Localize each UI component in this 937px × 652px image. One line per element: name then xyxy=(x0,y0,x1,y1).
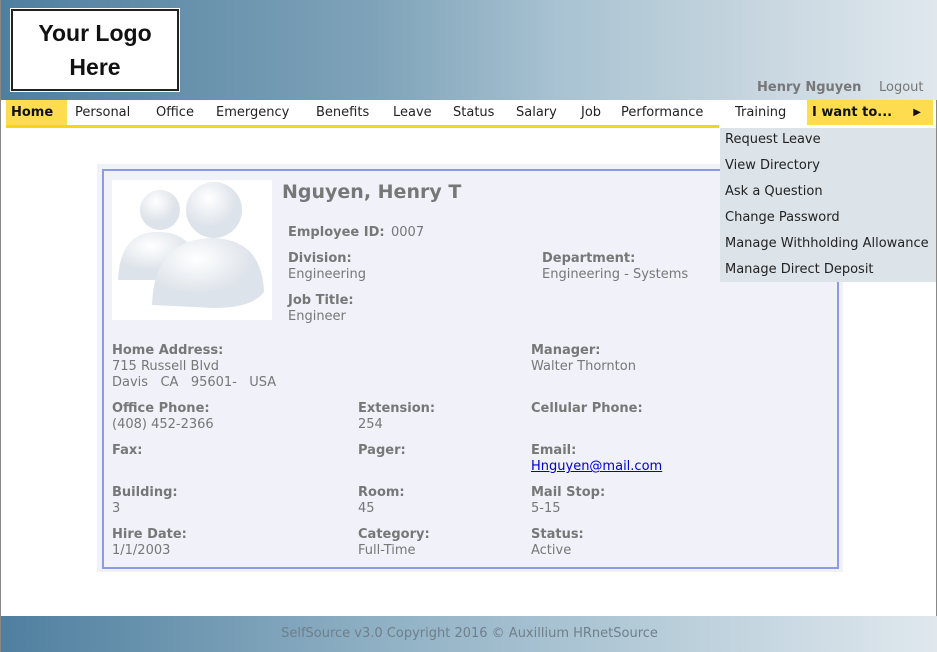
room-value: 45 xyxy=(358,501,375,516)
cell-phone-label: Cellular Phone: xyxy=(531,401,643,416)
nav-performance[interactable]: Performance xyxy=(621,100,703,125)
extension-label: Extension: xyxy=(358,401,436,416)
nav-i-want-to[interactable]: I want to... ▶ xyxy=(807,100,933,125)
nav-status[interactable]: Status xyxy=(453,100,494,125)
mail-stop-value: 5-15 xyxy=(531,501,561,516)
building-value: 3 xyxy=(112,501,121,516)
manager-label: Manager: xyxy=(531,343,601,358)
status-value: Active xyxy=(531,543,572,558)
status-label: Status: xyxy=(531,527,584,542)
i-want-to-label: I want to... xyxy=(812,105,893,120)
category-label: Category: xyxy=(358,527,430,542)
employee-name: Nguyen, Henry T xyxy=(282,181,462,203)
division-label: Division: xyxy=(288,251,352,266)
office-phone-value: (408) 452-2366 xyxy=(112,417,214,432)
hire-date-label: Hire Date: xyxy=(112,527,187,542)
menu-view-directory[interactable]: View Directory xyxy=(725,158,820,173)
job-title-label: Job Title: xyxy=(288,293,354,308)
division-value: Engineering xyxy=(288,267,366,282)
email-label: Email: xyxy=(531,443,577,458)
department-label: Department: xyxy=(542,251,636,266)
nav-office[interactable]: Office xyxy=(156,100,194,125)
category-value: Full-Time xyxy=(358,543,416,558)
menu-manage-withholding[interactable]: Manage Withholding Allowance xyxy=(725,236,929,251)
address-line2: Davis CA 95601- USA xyxy=(112,375,277,390)
extension-value: 254 xyxy=(358,417,383,432)
user-silhouette-icon xyxy=(118,182,264,308)
office-phone-label: Office Phone: xyxy=(112,401,210,416)
pager-label: Pager: xyxy=(358,443,406,458)
menu-change-password[interactable]: Change Password xyxy=(725,210,840,225)
menu-manage-direct-deposit[interactable]: Manage Direct Deposit xyxy=(725,262,874,277)
footer-copyright: SelfSource v3.0 Copyright 2016 © Auxilli… xyxy=(1,616,937,652)
room-label: Room: xyxy=(358,485,405,500)
mail-stop-label: Mail Stop: xyxy=(531,485,606,500)
building-label: Building: xyxy=(112,485,178,500)
employee-id-value: 0007 xyxy=(391,225,425,240)
logout-link[interactable]: Logout xyxy=(879,80,924,95)
fax-label: Fax: xyxy=(112,443,143,458)
nav-home[interactable]: Home xyxy=(6,100,67,125)
address-line1: 715 Russell Blvd xyxy=(112,359,220,374)
nav-emergency[interactable]: Emergency xyxy=(216,100,289,125)
nav-leave[interactable]: Leave xyxy=(393,100,432,125)
nav-training[interactable]: Training xyxy=(735,100,786,125)
i-want-to-menu: Request Leave View Directory Ask a Quest… xyxy=(720,128,936,282)
menu-request-leave[interactable]: Request Leave xyxy=(725,132,821,147)
logo: Your Logo Here xyxy=(10,8,180,92)
manager-value: Walter Thornton xyxy=(531,359,636,374)
nav-personal[interactable]: Personal xyxy=(75,100,130,125)
arrow-right-icon: ▶ xyxy=(913,107,921,118)
email-link[interactable]: Hnguyen@mail.com xyxy=(531,459,662,474)
department-value: Engineering - Systems xyxy=(542,267,689,282)
job-title-value: Engineer xyxy=(288,309,346,324)
nav-job[interactable]: Job xyxy=(581,100,601,125)
menu-ask-question[interactable]: Ask a Question xyxy=(725,184,823,199)
nav-benefits[interactable]: Benefits xyxy=(316,100,369,125)
nav-salary[interactable]: Salary xyxy=(516,100,557,125)
hire-date-value: 1/1/2003 xyxy=(112,543,171,558)
employee-id-label: Employee ID: xyxy=(288,225,385,240)
employee-photo xyxy=(112,180,272,320)
user-name: Henry Nguyen xyxy=(757,80,862,95)
nav-underline xyxy=(6,125,719,128)
home-address-label: Home Address: xyxy=(112,343,224,358)
